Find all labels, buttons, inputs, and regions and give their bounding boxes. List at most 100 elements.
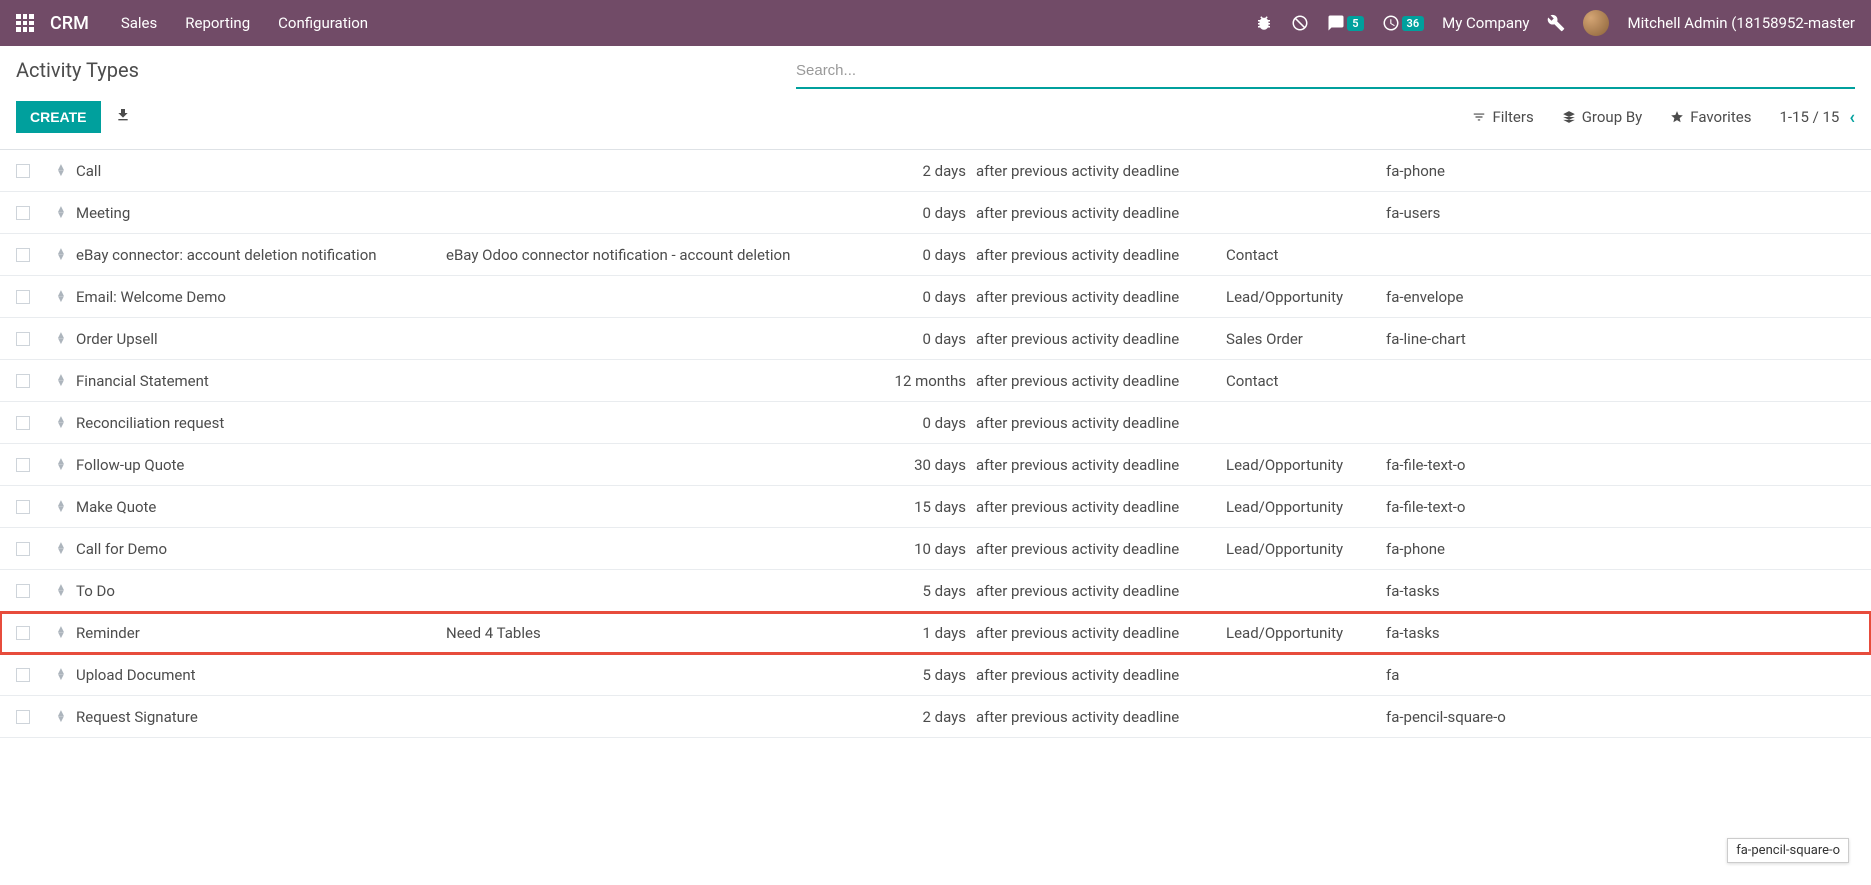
cell-name: Request Signature: [76, 708, 446, 726]
table-row[interactable]: ▲▼Follow-up Quote 30 daysafter previous a…: [0, 444, 1871, 486]
cell-delay: 2 days: [866, 708, 976, 726]
groupby-button[interactable]: Group By: [1562, 108, 1643, 126]
table-row[interactable]: ▲▼ReminderNeed 4 Tables1 daysafter previ…: [0, 612, 1871, 654]
table-row[interactable]: ▲▼Meeting0 daysafter previous activity d…: [0, 192, 1871, 234]
cell-delay: 30 days: [866, 456, 976, 474]
tooltip: fa-pencil-square-o: [1727, 838, 1849, 863]
row-checkbox-cell: [16, 332, 46, 346]
row-checkbox[interactable]: [16, 290, 30, 304]
search-input[interactable]: [796, 58, 1855, 83]
cell-model: Contact: [1226, 246, 1386, 264]
cell-delay: 0 days: [866, 414, 976, 432]
favorites-label: Favorites: [1690, 108, 1751, 126]
drag-handle-icon[interactable]: ▲▼: [46, 459, 76, 471]
cell-name: Follow-up Quote: [76, 456, 446, 474]
table-row[interactable]: ▲▼Order Upsell0 daysafter previous activ…: [0, 318, 1871, 360]
create-button[interactable]: Create: [16, 101, 101, 133]
row-checkbox[interactable]: [16, 206, 30, 220]
row-checkbox[interactable]: [16, 710, 30, 724]
drag-handle-icon[interactable]: ▲▼: [46, 249, 76, 261]
row-checkbox[interactable]: [16, 458, 30, 472]
favorites-button[interactable]: Favorites: [1670, 108, 1751, 126]
cell-model: Lead/Opportunity: [1226, 498, 1386, 516]
drag-handle-icon[interactable]: ▲▼: [46, 669, 76, 681]
table-row[interactable]: ▲▼Upload Document5 daysafter previous ac…: [0, 654, 1871, 696]
row-checkbox-cell: [16, 500, 46, 514]
table-row[interactable]: ▲▼Financial Statement12 monthsafter prev…: [0, 360, 1871, 402]
bug-icon[interactable]: [1255, 14, 1273, 32]
table-row[interactable]: ▲▼eBay connector: account deletion notif…: [0, 234, 1871, 276]
drag-handle-icon[interactable]: ▲▼: [46, 375, 76, 387]
table-row[interactable]: ▲▼Call for Demo10 daysafter previous act…: [0, 528, 1871, 570]
activities-icon[interactable]: 36: [1382, 14, 1425, 32]
company-switcher[interactable]: My Company: [1442, 14, 1529, 32]
drag-handle-icon[interactable]: ▲▼: [46, 165, 76, 177]
apps-icon[interactable]: [16, 14, 34, 32]
row-checkbox[interactable]: [16, 248, 30, 262]
tools-icon[interactable]: [1547, 14, 1565, 32]
pager-prev[interactable]: ‹: [1849, 107, 1855, 128]
table-row[interactable]: ▲▼Request Signature 2 daysafter previous …: [0, 696, 1871, 738]
row-checkbox[interactable]: [16, 164, 30, 178]
menu-reporting[interactable]: Reporting: [185, 14, 250, 32]
row-checkbox-cell: [16, 542, 46, 556]
app-brand[interactable]: CRM: [50, 13, 89, 34]
drag-handle-icon[interactable]: ▲▼: [46, 333, 76, 345]
row-checkbox[interactable]: [16, 626, 30, 640]
cell-delay-from: after previous activity deadline: [976, 498, 1226, 516]
table-row[interactable]: ▲▼Call2 daysafter previous activity dead…: [0, 150, 1871, 192]
cell-delay-from: after previous activity deadline: [976, 456, 1226, 474]
cell-delay-from: after previous activity deadline: [976, 288, 1226, 306]
cell-delay-from: after previous activity deadline: [976, 204, 1226, 222]
table-row[interactable]: ▲▼Reconciliation request0 daysafter prev…: [0, 402, 1871, 444]
support-icon[interactable]: [1291, 14, 1309, 32]
user-menu[interactable]: Mitchell Admin (18158952-master: [1627, 14, 1855, 32]
table-row[interactable]: ▲▼Make Quote15 daysafter previous activi…: [0, 486, 1871, 528]
menu-sales[interactable]: Sales: [121, 14, 157, 32]
row-checkbox-cell: [16, 626, 46, 640]
cell-delay-from: after previous activity deadline: [976, 372, 1226, 390]
drag-handle-icon[interactable]: ▲▼: [46, 501, 76, 513]
table-row[interactable]: ▲▼Email: Welcome Demo0 daysafter previou…: [0, 276, 1871, 318]
filters-button[interactable]: Filters: [1472, 108, 1533, 126]
cell-model: Contact: [1226, 372, 1386, 390]
messages-badge: 5: [1347, 16, 1363, 31]
list-view: ▲▼Call2 daysafter previous activity dead…: [0, 149, 1871, 738]
row-checkbox[interactable]: [16, 416, 30, 430]
drag-handle-icon[interactable]: ▲▼: [46, 627, 76, 639]
row-checkbox[interactable]: [16, 542, 30, 556]
drag-handle-icon[interactable]: ▲▼: [46, 417, 76, 429]
row-checkbox[interactable]: [16, 500, 30, 514]
row-checkbox-cell: [16, 584, 46, 598]
cell-delay-from: after previous activity deadline: [976, 246, 1226, 264]
import-icon[interactable]: [115, 107, 131, 127]
menu-configuration[interactable]: Configuration: [278, 14, 368, 32]
cell-delay: 0 days: [866, 246, 976, 264]
row-checkbox[interactable]: [16, 584, 30, 598]
cell-delay: 10 days: [866, 540, 976, 558]
cell-delay-from: after previous activity deadline: [976, 624, 1226, 642]
control-panel: Activity Types Create Filters Group By F…: [0, 46, 1871, 141]
drag-handle-icon[interactable]: ▲▼: [46, 291, 76, 303]
cell-name: Reconciliation request: [76, 414, 446, 432]
cell-icon: fa-file-text-o: [1386, 456, 1855, 474]
user-avatar[interactable]: [1583, 10, 1609, 36]
cell-delay-from: after previous activity deadline: [976, 708, 1226, 726]
cell-delay-from: after previous activity deadline: [976, 666, 1226, 684]
messages-icon[interactable]: 5: [1327, 14, 1363, 32]
cell-delay: 1 days: [866, 624, 976, 642]
drag-handle-icon[interactable]: ▲▼: [46, 207, 76, 219]
cell-icon: fa-users: [1386, 204, 1855, 222]
drag-handle-icon[interactable]: ▲▼: [46, 711, 76, 723]
drag-handle-icon[interactable]: ▲▼: [46, 585, 76, 597]
row-checkbox-cell: [16, 290, 46, 304]
cell-model: Sales Order: [1226, 330, 1386, 348]
row-checkbox[interactable]: [16, 374, 30, 388]
row-checkbox[interactable]: [16, 332, 30, 346]
cell-name: Email: Welcome Demo: [76, 288, 446, 306]
row-checkbox[interactable]: [16, 668, 30, 682]
navbar-right: 5 36 My Company Mitchell Admin (18158952…: [1255, 10, 1855, 36]
cell-icon: fa-tasks: [1386, 624, 1855, 642]
drag-handle-icon[interactable]: ▲▼: [46, 543, 76, 555]
table-row[interactable]: ▲▼To Do5 daysafter previous activity dea…: [0, 570, 1871, 612]
